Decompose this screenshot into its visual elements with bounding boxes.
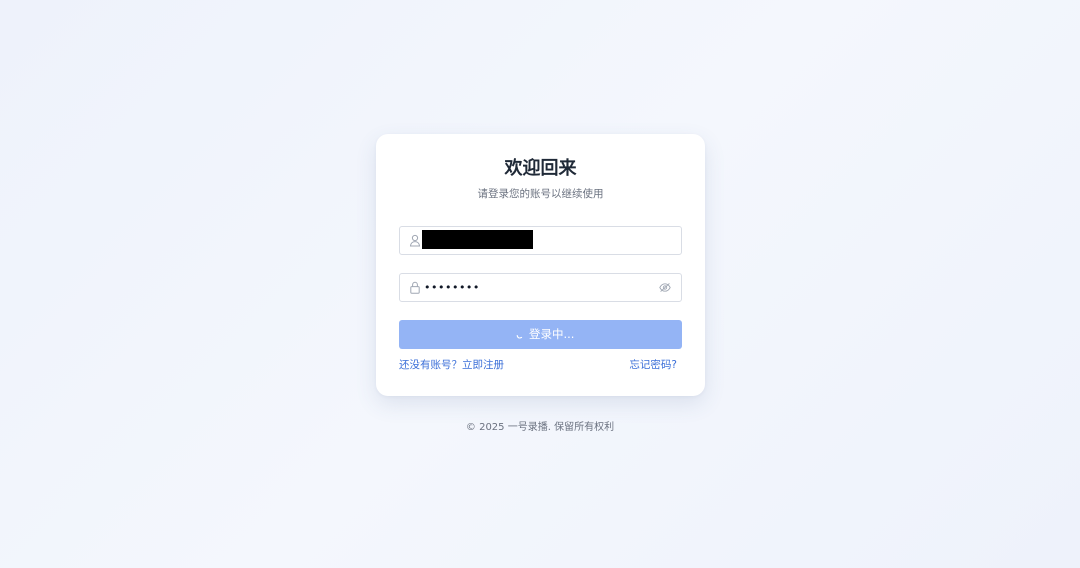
register-link[interactable]: 还没有账号？立即注册 [399,358,504,372]
login-card: 欢迎回来 请登录您的账号以继续使用 •••••••• 登录中... 还没有账号？… [376,134,705,396]
loading-spinner-icon [516,330,524,342]
login-subtitle: 请登录您的账号以继续使用 [477,188,604,200]
lock-icon [409,281,421,294]
redacted-username [422,230,533,249]
login-button[interactable]: 登录中... [399,320,682,349]
eye-icon[interactable] [659,282,671,293]
forgot-password-link[interactable]: 忘记密码? [629,358,677,372]
password-input[interactable] [424,277,644,298]
login-title: 欢迎回来 [504,158,577,179]
copyright-footer: © 2025 一号录播. 保留所有权利 [465,422,615,433]
user-icon [409,234,421,247]
login-button-label: 登录中... [529,327,575,341]
password-field[interactable] [399,273,682,302]
